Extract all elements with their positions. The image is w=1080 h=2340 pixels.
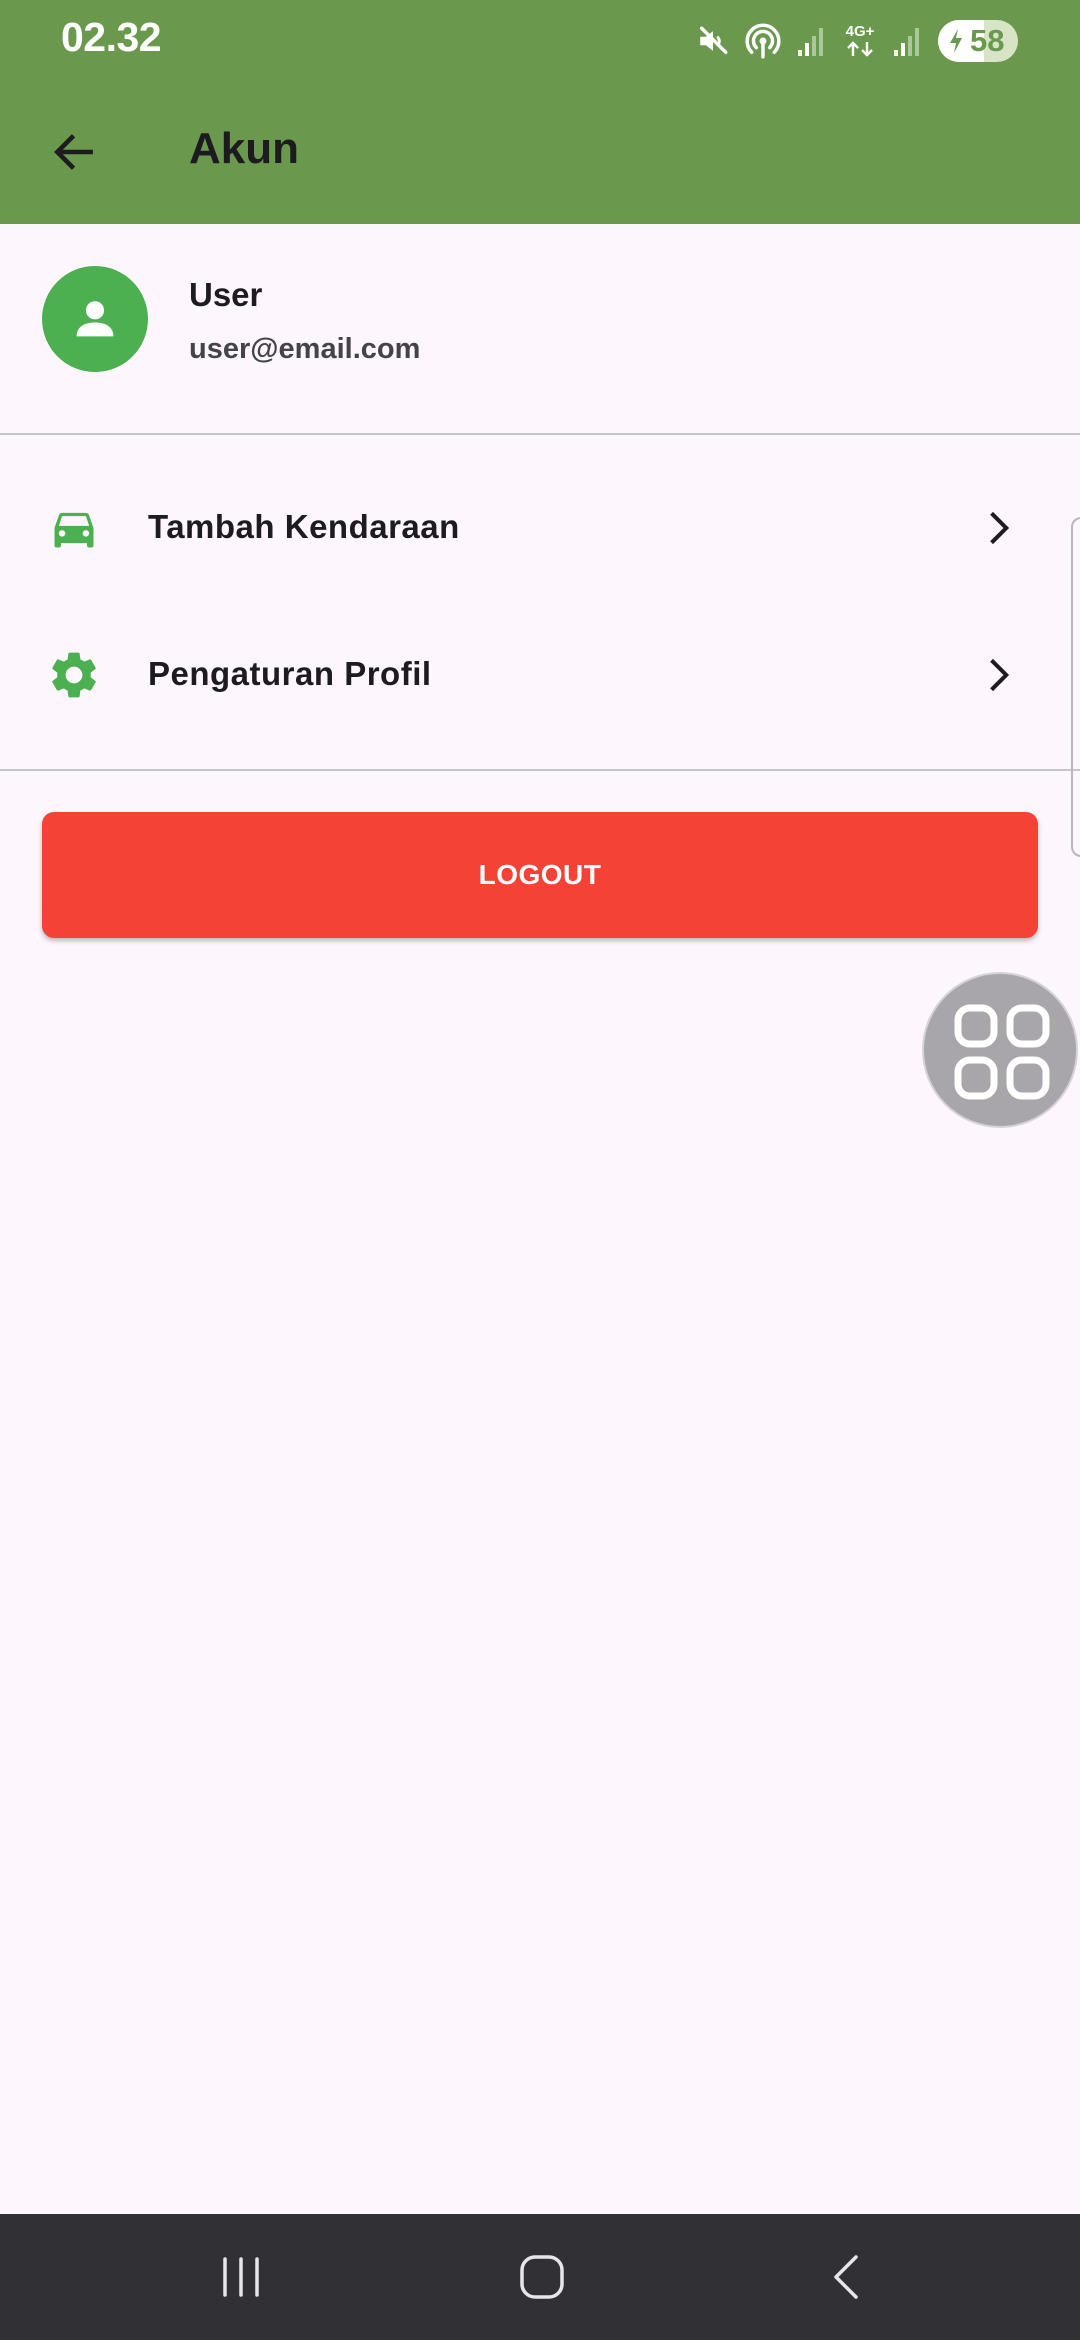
menu-item-label: Tambah Kendaraan	[148, 508, 460, 545]
user-email: user@email.com	[189, 333, 421, 365]
gear-icon	[44, 647, 104, 703]
car-icon	[44, 500, 104, 556]
person-icon	[76, 301, 114, 337]
signal-icon	[798, 28, 823, 56]
system-nav-bar	[0, 2214, 1080, 2340]
battery-charging-icon: 58	[938, 20, 1018, 62]
page-title: Akun	[189, 124, 299, 173]
floating-app-grid-button[interactable]	[922, 972, 1078, 1128]
divider	[0, 433, 1080, 435]
home-button[interactable]	[462, 2214, 622, 2340]
chevron-right-icon	[990, 658, 1010, 692]
menu-item-tambah-kendaraan[interactable]: Tambah Kendaraan	[0, 458, 1080, 598]
status-icons: 4G+ 58	[696, 16, 1018, 66]
battery-percent: 58	[970, 23, 1005, 58]
mute-icon	[699, 26, 728, 55]
nav-back-button[interactable]	[766, 2214, 926, 2340]
signal-icon	[894, 28, 919, 56]
menu-item-pengaturan-profil[interactable]: Pengaturan Profil	[0, 605, 1080, 745]
avatar	[42, 266, 148, 372]
chevron-right-icon	[990, 511, 1010, 545]
back-button[interactable]	[36, 114, 112, 190]
user-name: User	[189, 276, 263, 313]
logout-button[interactable]: LOGOUT	[42, 812, 1038, 938]
app-grid-icon	[954, 1004, 1050, 1100]
edge-panel-handle[interactable]	[1071, 517, 1080, 857]
charging-bolt-icon	[950, 29, 962, 53]
hotspot-icon	[745, 23, 781, 59]
network-4g-icon: 4G+	[842, 24, 878, 58]
recents-button[interactable]	[161, 2214, 321, 2340]
network-label: 4G+	[845, 23, 875, 40]
home-icon	[520, 2255, 564, 2299]
recents-icon	[223, 2257, 259, 2297]
data-arrows-icon	[847, 41, 873, 57]
back-icon	[834, 2255, 858, 2299]
divider	[0, 769, 1080, 771]
menu-item-label: Pengaturan Profil	[148, 655, 432, 692]
status-time: 02.32	[61, 14, 162, 60]
app-bar: 02.32 4G+ 58 Akun	[0, 0, 1080, 224]
profile-card: User user@email.com	[0, 224, 1080, 434]
arrow-left-icon	[54, 134, 93, 170]
